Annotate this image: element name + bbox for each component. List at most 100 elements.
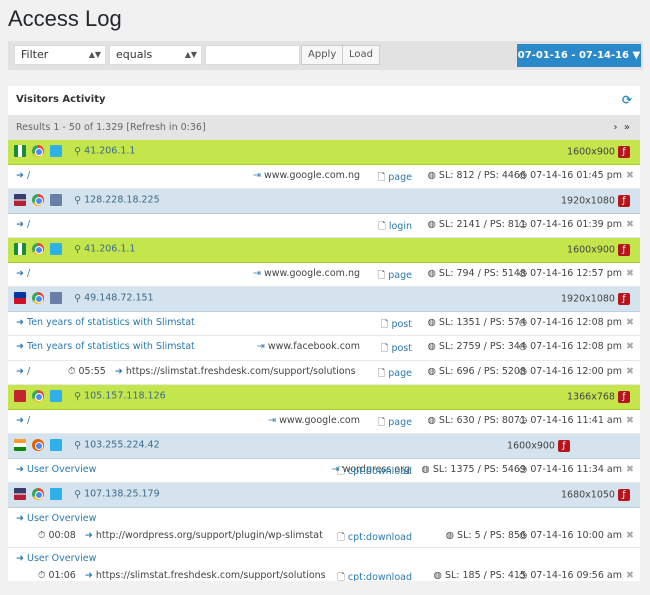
content-type-link[interactable]: page — [388, 172, 412, 183]
refresh-icon[interactable]: ⟳ — [622, 86, 632, 114]
visitor-row[interactable]: ⚲ 41.206.1.1 1600x900 ƒ — [8, 140, 640, 165]
load-button[interactable]: Load — [342, 45, 380, 65]
document-icon: 🗋 — [380, 318, 389, 330]
entry-arrow-icon: ➜ — [16, 341, 24, 352]
outbound-link[interactable]: https://slimstat.freshdesk.com/support/s… — [96, 570, 326, 581]
hit-time: 07-14-16 12:00 pm — [530, 365, 622, 377]
visitor-row[interactable]: ⚲ 103.255.224.42 1600x900 ƒ — [8, 434, 640, 459]
visitor-row[interactable]: ⚲ 49.148.72.151 1920x1080 ƒ — [8, 287, 640, 312]
content-type-link[interactable]: page — [388, 417, 412, 428]
filter-operator-value: equals — [116, 48, 153, 61]
content-type-link[interactable]: cpt:download — [348, 572, 412, 582]
map-pin-icon: ⚲ — [74, 439, 82, 451]
referrer-link[interactable]: www.facebook.com — [268, 341, 360, 352]
referrer-icon: ⇥ — [252, 267, 261, 279]
resource-link[interactable]: User Overview — [27, 513, 96, 524]
hit-time: 07-14-16 09:56 am — [530, 569, 622, 581]
resource-link[interactable]: Ten years of statistics with Slimstat — [27, 317, 195, 328]
content-type-link[interactable]: cpt:download — [348, 466, 412, 477]
visitor-ip[interactable]: 128.228.18.225 — [84, 195, 160, 206]
date-range-picker[interactable]: 07-01-16 - 07-14-16 ▼ — [517, 44, 641, 67]
resource-link[interactable]: / — [27, 415, 30, 426]
delete-icon[interactable]: ✖ — [626, 170, 634, 181]
clock-icon: ◷ — [518, 169, 528, 181]
content-type-link[interactable]: post — [391, 343, 412, 354]
visitor-row[interactable]: ⚲ 105.157.118.126 1366x768 ƒ — [8, 385, 640, 410]
delete-icon[interactable]: ✖ — [626, 415, 634, 426]
screen-resolution: 1680x1050 — [560, 489, 615, 501]
pageview-row: ➜ / ⇥ www.google.com 🗋 page ◍ SL: 630 / PS… — [8, 409, 640, 434]
content-type-link[interactable]: page — [388, 270, 412, 281]
hit-time: 07-14-16 10:00 am — [530, 529, 622, 541]
resource-link[interactable]: / — [27, 219, 30, 230]
filter-field-select[interactable]: Filter ▲▼ — [14, 45, 106, 65]
filter-operator-select[interactable]: equals ▲▼ — [109, 45, 202, 65]
next-page-button[interactable]: › — [614, 122, 618, 133]
clock-icon: ◷ — [519, 529, 528, 541]
select-arrows-icon: ▲▼ — [184, 50, 197, 59]
flash-plugin-icon: ƒ — [618, 293, 630, 305]
speedometer-icon: ◍ — [427, 316, 436, 328]
visitor-row[interactable]: ⚲ 107.138.25.179 1680x1050 ƒ — [8, 483, 640, 508]
visitor-ip[interactable]: 107.138.25.179 — [84, 489, 160, 500]
apply-button[interactable]: Apply — [301, 45, 344, 65]
sl-ps: SL: 696 / PS: 5208 — [438, 365, 526, 377]
sl-ps: SL: 2141 / PS: 811 — [438, 218, 526, 230]
select-arrows-icon: ▲▼ — [88, 50, 101, 59]
pageview-row: ➜ User Overview ⇥ wordpress.org 🗋 cpt:down… — [8, 458, 640, 483]
os-icon — [50, 145, 63, 157]
sl-ps: SL: 812 / PS: 4466 — [438, 169, 526, 181]
resource-link[interactable]: User Overview — [27, 553, 96, 564]
pageview-row: ➜ Ten years of statistics with Slimstat ⇥… — [8, 336, 640, 361]
visitor-row[interactable]: ⚲ 41.206.1.1 1600x900 ƒ — [8, 238, 640, 263]
speedometer-icon: ◍ — [427, 365, 436, 377]
outbound-link[interactable]: http://wordpress.org/support/plugin/wp-s… — [96, 530, 323, 541]
resource-link[interactable]: Ten years of statistics with Slimstat — [27, 341, 195, 352]
resource-link[interactable]: / — [27, 366, 30, 377]
entry-arrow-icon: ➜ — [16, 552, 24, 564]
browser-icon — [32, 488, 45, 500]
delete-icon[interactable]: ✖ — [626, 366, 634, 377]
visitors-activity-panel: Visitors Activity ⟳ Results 1 - 50 of 1.3… — [8, 86, 640, 581]
resource-link[interactable]: User Overview — [27, 464, 96, 475]
resource-link[interactable]: / — [27, 170, 30, 181]
resource-link[interactable]: / — [27, 268, 30, 279]
content-type-link[interactable]: page — [388, 368, 412, 379]
outbound-link[interactable]: https://slimstat.freshdesk.com/support/s… — [126, 366, 356, 377]
filter-value-input[interactable] — [205, 45, 300, 65]
delete-icon[interactable]: ✖ — [626, 219, 634, 230]
visitor-ip[interactable]: 49.148.72.151 — [84, 293, 154, 304]
results-summary: Results 1 - 50 of 1.329 [Refresh in 0:36… — [16, 122, 206, 133]
content-type-link[interactable]: cpt:download — [348, 532, 412, 543]
visitor-ip[interactable]: 103.255.224.42 — [84, 440, 160, 451]
content-type-link[interactable]: post — [391, 319, 412, 330]
duration: 01:06 — [48, 569, 76, 581]
delete-icon[interactable]: ✖ — [626, 268, 634, 279]
sl-ps: SL: 794 / PS: 5148 — [438, 267, 526, 279]
referrer-link[interactable]: www.google.com.ng — [264, 170, 360, 181]
delete-icon[interactable]: ✖ — [626, 570, 634, 581]
content-type-link[interactable]: login — [389, 221, 412, 232]
delete-icon[interactable]: ✖ — [626, 317, 634, 328]
delete-icon[interactable]: ✖ — [626, 464, 634, 475]
visitor-row[interactable]: ⚲ 128.228.18.225 1920x1080 ƒ — [8, 189, 640, 214]
flash-plugin-icon: ƒ — [618, 391, 630, 403]
pageview-row: ➜ / ⏱ 05:55 ➜ https://slimstat.freshdesk.… — [8, 360, 640, 385]
hit-time: 07-14-16 01:45 pm — [530, 169, 622, 181]
visitor-ip[interactable]: 41.206.1.1 — [84, 146, 135, 157]
visitor-ip[interactable]: 41.206.1.1 — [84, 244, 135, 255]
referrer-link[interactable]: www.google.com — [279, 415, 360, 426]
os-icon — [50, 292, 63, 304]
pageview-row: ➜ / ⇥ www.google.com.ng 🗋 page ◍ SL: 794 /… — [8, 262, 640, 287]
visitor-ip[interactable]: 105.157.118.126 — [84, 391, 166, 402]
delete-icon[interactable]: ✖ — [626, 530, 634, 541]
delete-icon[interactable]: ✖ — [626, 341, 634, 352]
sl-ps: SL: 2759 / PS: 344 — [438, 341, 526, 352]
last-page-button[interactable]: » — [624, 122, 630, 133]
referrer-link[interactable]: www.google.com.ng — [264, 268, 360, 279]
map-pin-icon: ⚲ — [74, 292, 82, 304]
document-icon: 🗋 — [378, 220, 386, 232]
referrer-icon: ⇥ — [268, 414, 277, 426]
map-pin-icon: ⚲ — [74, 488, 82, 500]
entry-arrow-icon: ➜ — [16, 169, 24, 181]
